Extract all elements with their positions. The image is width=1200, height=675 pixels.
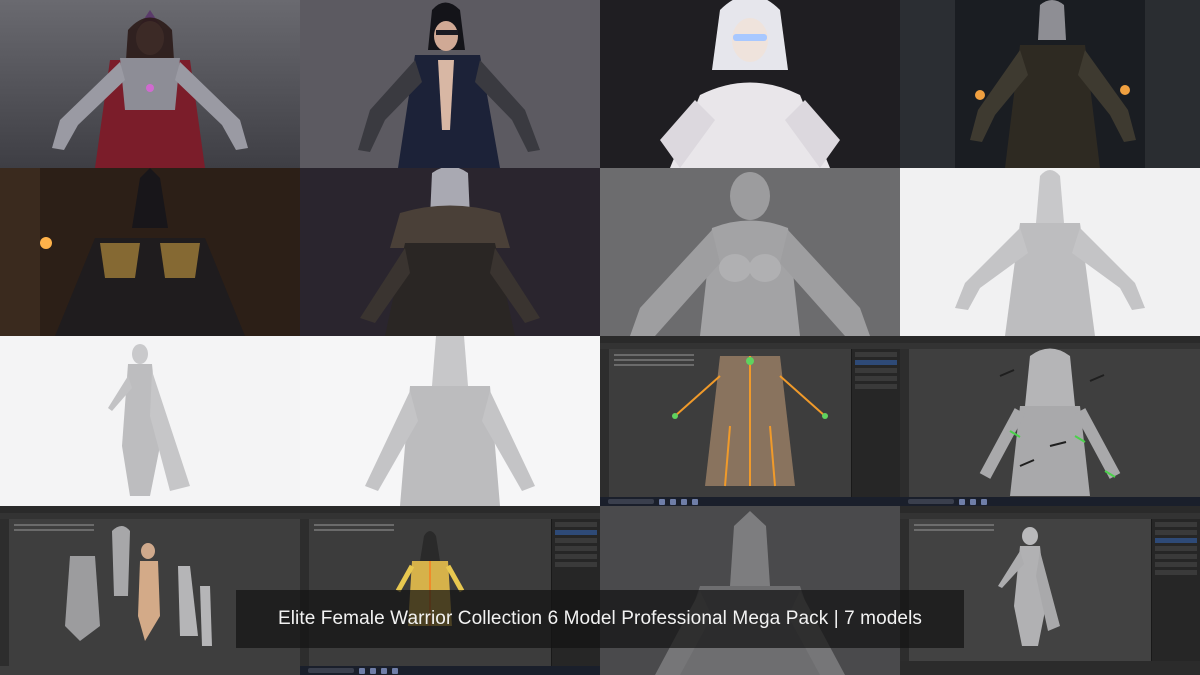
preview-grid bbox=[0, 0, 1200, 675]
blender-tile-11 bbox=[600, 336, 900, 506]
render-tile-6 bbox=[300, 168, 600, 336]
clay-tile-9 bbox=[0, 336, 300, 506]
bald-bust-clay bbox=[600, 168, 900, 336]
clay-tile-8 bbox=[900, 168, 1200, 336]
render-tile-4 bbox=[900, 0, 1200, 168]
spiked-helm-render bbox=[0, 168, 300, 336]
weight-bones-viewport bbox=[979, 348, 1121, 496]
blender-brush-bar[interactable] bbox=[900, 661, 1200, 675]
clay-tile-10 bbox=[300, 336, 600, 506]
render-tile-1 bbox=[0, 0, 300, 168]
caption-text: Elite Female Warrior Collection 6 Model … bbox=[277, 608, 923, 629]
windows-taskbar[interactable] bbox=[300, 666, 600, 675]
render-tile-5 bbox=[0, 168, 300, 336]
windows-taskbar[interactable] bbox=[600, 497, 900, 506]
taskbar-search[interactable] bbox=[308, 668, 354, 673]
blender-tile-12 bbox=[900, 336, 1200, 506]
render-tile-2 bbox=[300, 0, 600, 168]
windows-taskbar[interactable] bbox=[900, 497, 1200, 506]
white-haired-render bbox=[600, 0, 900, 168]
blender-properties-panel[interactable] bbox=[1151, 519, 1200, 666]
caption-banner: Elite Female Warrior Collection 6 Model … bbox=[236, 590, 964, 648]
warrior-closeup-clay bbox=[300, 336, 600, 506]
blender-outliner[interactable] bbox=[851, 349, 900, 497]
masked-warrior-render bbox=[300, 0, 600, 168]
armored-warrior-clay bbox=[900, 168, 1200, 336]
taskbar-search[interactable] bbox=[608, 499, 654, 504]
taskbar-search[interactable] bbox=[908, 499, 954, 504]
caped-warrior-clay bbox=[0, 336, 300, 506]
sorceress-red-robe-render bbox=[0, 0, 300, 168]
armored-knight-castle-render bbox=[900, 0, 1200, 168]
render-tile-3 bbox=[600, 0, 900, 168]
clay-tile-7 bbox=[600, 168, 900, 336]
fur-collar-render bbox=[300, 168, 600, 336]
